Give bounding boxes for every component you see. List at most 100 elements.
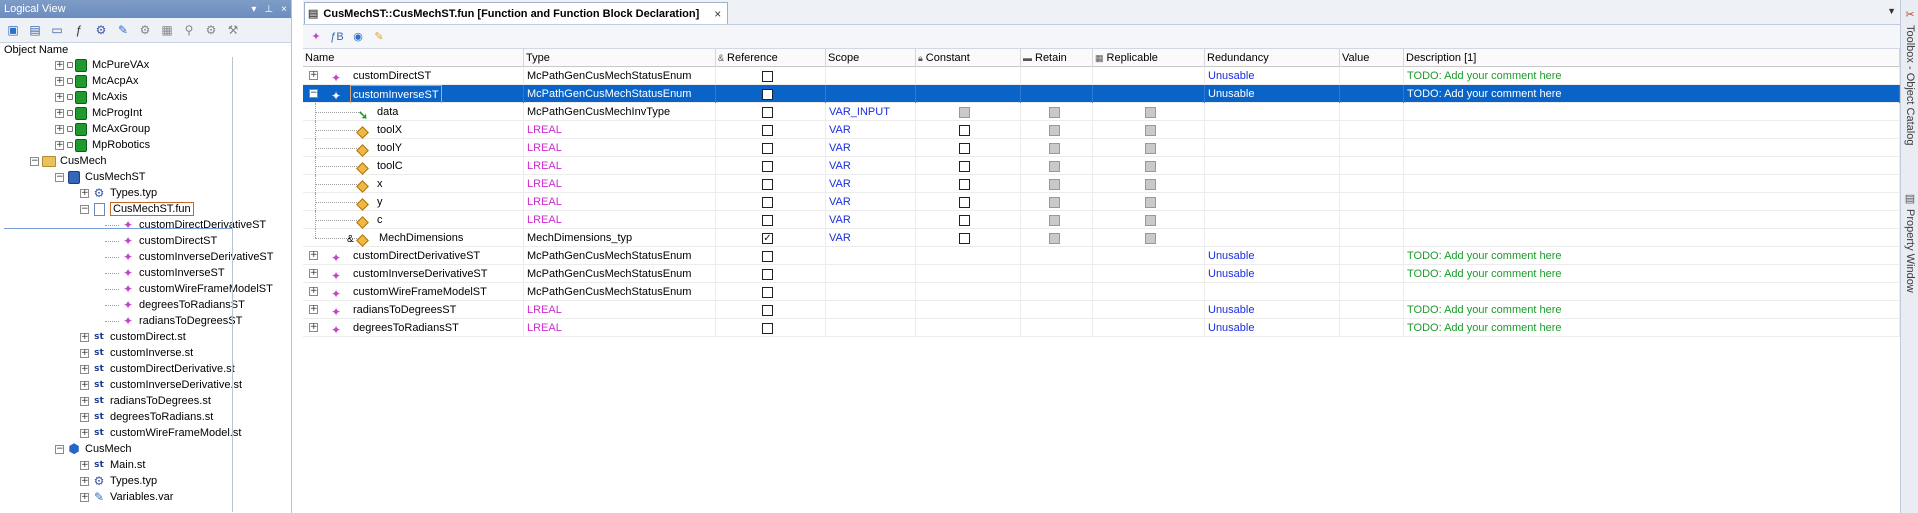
name-cell[interactable]: + ✦ degreesToRadiansST [303, 319, 524, 337]
grid-cell[interactable] [1021, 265, 1093, 283]
redundancy-cell[interactable] [1208, 103, 1338, 121]
name-cell[interactable]: ➘ data [303, 103, 524, 121]
function-row[interactable]: + ✦ customDirectDerivativeST McPathGenCusMe… [303, 247, 1900, 265]
description-cell[interactable] [1407, 229, 1897, 247]
tree-item[interactable]: + st customWireFrameModel.st [80, 425, 241, 441]
redundancy-cell[interactable]: Unusable [1208, 301, 1338, 319]
grid-cell[interactable] [1093, 85, 1205, 103]
reference-checkbox[interactable]: ✓ [762, 233, 773, 244]
reference-checkbox[interactable] [762, 107, 773, 118]
scope-cell[interactable] [829, 247, 914, 265]
tree-item[interactable]: + McProgInt [55, 105, 142, 121]
variable-row[interactable]: toolY LREAL VAR [303, 139, 1900, 157]
tree-item[interactable]: + MpRobotics [55, 137, 150, 153]
grid-cell[interactable] [1093, 283, 1205, 301]
description-cell[interactable] [1407, 193, 1897, 211]
expand-icon[interactable]: + [80, 380, 89, 390]
description-cell[interactable] [1407, 175, 1897, 193]
grid-cell[interactable] [916, 301, 1021, 319]
header-value[interactable]: Value [1340, 49, 1404, 67]
tree-item[interactable]: + McAcpAx [55, 73, 138, 89]
grid-cell[interactable] [1021, 319, 1093, 337]
reference-checkbox[interactable] [762, 197, 773, 208]
type-cell[interactable]: LREAL [524, 301, 716, 319]
tree-item[interactable]: + ⚙ Types.typ [80, 473, 157, 489]
edit-icon[interactable]: ✎ [114, 21, 132, 39]
expand-icon[interactable]: + [80, 492, 89, 502]
name-cell[interactable]: c [303, 211, 524, 229]
variable-row[interactable]: toolX LREAL VAR [303, 121, 1900, 139]
variable-row[interactable]: y LREAL VAR [303, 193, 1900, 211]
expand-icon[interactable]: + [55, 124, 64, 134]
expand-icon[interactable]: + [55, 92, 64, 102]
constant-checkbox[interactable] [959, 215, 970, 226]
constant-checkbox[interactable] [959, 161, 970, 172]
link-disabled-icon[interactable]: ⚲ [180, 21, 198, 39]
scope-cell[interactable]: VAR [829, 175, 914, 193]
description-cell[interactable]: TODO: Add your comment here [1407, 85, 1897, 103]
grid-cell[interactable] [1093, 67, 1205, 85]
tree-splitter[interactable] [232, 57, 233, 512]
header-retain[interactable]: ▬ Retain [1021, 49, 1093, 67]
grid-cell[interactable] [1340, 193, 1404, 211]
grid-cell[interactable] [916, 319, 1021, 337]
description-cell[interactable] [1407, 103, 1897, 121]
expand-icon[interactable]: + [55, 140, 64, 150]
expand-icon[interactable]: + [80, 332, 89, 342]
tab-close-icon[interactable]: × [714, 7, 721, 21]
redundancy-cell[interactable] [1208, 283, 1338, 301]
name-cell[interactable]: + ✦ customDirectST [303, 67, 524, 85]
constant-checkbox[interactable] [959, 107, 970, 118]
expand-icon[interactable]: + [80, 476, 89, 486]
tree-item[interactable]: + McAxGroup [55, 121, 150, 137]
expand-icon[interactable]: + [309, 251, 318, 260]
name-cell[interactable]: + ✦ customInverseDerivativeST [303, 265, 524, 283]
group-disabled-icon[interactable]: ⚙ [202, 21, 220, 39]
name-cell[interactable]: toolX [303, 121, 524, 139]
tree-item[interactable]: ✦ customInverseST [105, 265, 225, 281]
pane-menu-icon[interactable]: ▾ [251, 4, 256, 15]
redundancy-cell[interactable] [1208, 211, 1338, 229]
constant-checkbox[interactable] [959, 125, 970, 136]
grid-cell[interactable] [916, 265, 1021, 283]
scope-cell[interactable] [829, 319, 914, 337]
type-cell[interactable]: LREAL [524, 157, 716, 175]
tree-item[interactable]: ✦ customWireFrameModelST [105, 281, 273, 297]
reference-checkbox[interactable] [762, 251, 773, 262]
function-row[interactable]: + ✦ customWireFrameModelST McPathGenCusMech… [303, 283, 1900, 301]
expand-icon[interactable]: + [80, 348, 89, 358]
tree-item[interactable]: ✦ customDirectDerivativeST [105, 217, 266, 233]
name-cell[interactable]: + ✦ radiansToDegreesST [303, 301, 524, 319]
reference-checkbox[interactable] [762, 143, 773, 154]
add-function-block-icon[interactable]: ƒB [328, 28, 346, 46]
function-row[interactable]: + ✦ customDirectST McPathGenCusMechStatusEn… [303, 67, 1900, 85]
header-constant[interactable]: 🔒︎ Constant [916, 49, 1021, 67]
grid-cell[interactable] [1340, 229, 1404, 247]
reference-checkbox[interactable] [762, 89, 773, 100]
name-cell[interactable]: + ✦ customDirectDerivativeST [303, 247, 524, 265]
grid-cell[interactable] [916, 67, 1021, 85]
scope-cell[interactable]: VAR_INPUT [829, 103, 914, 121]
header-scope[interactable]: Scope [826, 49, 916, 67]
grid-cell[interactable] [916, 85, 1021, 103]
description-cell[interactable]: TODO: Add your comment here [1407, 265, 1897, 283]
description-cell[interactable] [1407, 157, 1897, 175]
header-name[interactable]: Name [303, 49, 524, 67]
tree-item[interactable]: ✦ customDirectST [105, 233, 217, 249]
tab-list-dropdown-icon[interactable]: ▼ [1887, 6, 1896, 16]
grid-cell[interactable] [1340, 211, 1404, 229]
reference-checkbox[interactable] [762, 305, 773, 316]
header-description[interactable]: Description [1] [1404, 49, 1900, 67]
reference-checkbox[interactable] [762, 287, 773, 298]
tree-item[interactable]: + McPureVAx [55, 57, 149, 73]
grid-cell[interactable] [1021, 301, 1093, 319]
grid-cell[interactable] [1340, 157, 1404, 175]
reference-checkbox[interactable] [762, 71, 773, 82]
scope-cell[interactable]: VAR [829, 193, 914, 211]
expand-icon[interactable]: + [55, 76, 64, 86]
tree-item[interactable]: ✦ customInverseDerivativeST [105, 249, 274, 265]
grid-cell[interactable] [1093, 265, 1205, 283]
tree-item[interactable]: − CusMechST.fun [80, 201, 194, 217]
reference-checkbox[interactable] [762, 215, 773, 226]
reference-checkbox[interactable] [762, 125, 773, 136]
